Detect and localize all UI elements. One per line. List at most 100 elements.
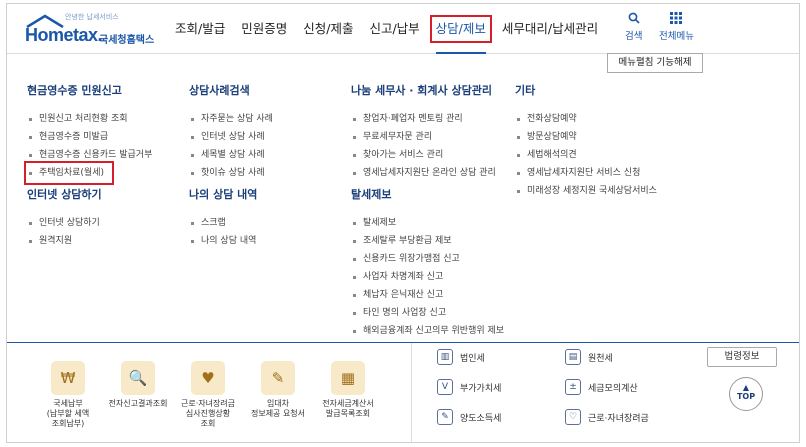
menu-column-2: 상담사례검색 자주묻는 상담 사례 인터넷 상담 사례 세목별 상담 사례 핫이… xyxy=(189,82,273,182)
money-bag-icon: ₩ xyxy=(51,361,85,395)
menu-column-4: 기타 전화상담예약 방문상담예약 세법해석의견 영세납세자지원단 서비스 신청 … xyxy=(515,82,657,200)
link-corporate-tax[interactable]: ▥ 법인세 xyxy=(437,349,485,365)
logo-subtitle: 국세청홈택스 xyxy=(99,35,155,46)
menu-group-title[interactable]: 나눔 세무사 · 회계사 상담관리 xyxy=(351,82,496,98)
menu-item[interactable]: 찾아가는 서비스 관리 xyxy=(351,146,496,164)
nav-item-filing[interactable]: 신고/납부 xyxy=(361,4,427,54)
menu-item[interactable]: 자주묻는 상담 사례 xyxy=(189,110,273,128)
menu-item[interactable]: 무료세무자문 관리 xyxy=(351,128,496,146)
shortcut-label: 전자신고결과조회 xyxy=(108,399,168,408)
menu-group-list: 탈세제보 조세탈루 부당환급 제보 신용카드 위장가맹점 신고 사업자 차명계좌… xyxy=(351,214,504,340)
menu-item[interactable]: 나의 상담 내역 xyxy=(189,232,257,250)
menu-column-1: 현금영수증 민원신고 민원신고 처리현황 조회 현금영수증 미발급 현금영수증 … xyxy=(24,82,152,185)
menu-item[interactable]: 체납자 은닉재산 신고 xyxy=(351,286,504,304)
logo-wordmark: Hometax. xyxy=(25,25,103,45)
menu-item[interactable]: 세목별 상담 사례 xyxy=(189,146,273,164)
menu-group-title[interactable]: 현금영수증 민원신고 xyxy=(27,82,152,98)
menu-item[interactable]: 미래성장 세정지원 국세상담서비스 xyxy=(515,182,657,200)
menu-item[interactable]: 창업자·폐업자 멘토링 관리 xyxy=(351,110,496,128)
menu-item[interactable]: 핫이슈 상담 사례 xyxy=(189,164,273,182)
withholding-tax-icon: ▤ xyxy=(565,349,581,365)
menu-item-housing-rent[interactable]: 주택임차료(월세) xyxy=(24,161,114,185)
menu-group-list: 인터넷 상담하기 원격지원 xyxy=(27,214,102,250)
grid-menu-icon xyxy=(659,12,694,28)
link-withholding-tax[interactable]: ▤ 원천세 xyxy=(565,349,613,365)
hometax-logo[interactable]: 안녕한 납세서비스 Hometax. 국세청홈택스 xyxy=(23,12,155,46)
footer-shortcuts: ₩ 국세납부 (납부할 세액 조회납부) 🔍 전자신고결과조회 ♥ 근로·자녀장… xyxy=(33,361,383,429)
invoice-icon: ▦ xyxy=(331,361,365,395)
link-transfer-tax[interactable]: ✎ 양도소득세 xyxy=(437,409,501,425)
menu-item[interactable]: 원격지원 xyxy=(27,232,102,250)
link-vat[interactable]: V 부가가치세 xyxy=(437,379,501,395)
shortcut-tax-payment[interactable]: ₩ 국세납부 (납부할 세액 조회납부) xyxy=(33,361,103,429)
heart-icon: ♡ xyxy=(565,409,581,425)
shortcut-label: 국세납부 (납부할 세액 조회납부) xyxy=(46,399,90,428)
menu-group-list: 민원신고 처리현황 조회 현금영수증 미발급 현금영수증 신용카드 발급거부 주… xyxy=(24,110,152,185)
link-incentive[interactable]: ♡ 근로·자녀장려금 xyxy=(565,409,649,425)
menu-item[interactable]: 인터넷 상담 사례 xyxy=(189,128,273,146)
menu-item[interactable]: 방문상담예약 xyxy=(515,128,657,146)
menu-item[interactable]: 민원신고 처리현황 조회 xyxy=(27,110,152,128)
main-nav: 조회/발급 민원증명 신청/제출 신고/납부 상담/제보 세무대리/납세관리 xyxy=(167,4,606,54)
nav-item-apply[interactable]: 신청/제출 xyxy=(295,4,361,54)
menu-group-title[interactable]: 상담사례검색 xyxy=(189,82,273,98)
site-header: 안녕한 납세서비스 Hometax. 국세청홈택스 조회/발급 민원증명 신청/… xyxy=(7,4,799,54)
chevron-up-icon: ▲ xyxy=(742,383,750,392)
menu-item[interactable]: 조세탈루 부당환급 제보 xyxy=(351,232,504,250)
menu-item[interactable]: 세법해석의견 xyxy=(515,146,657,164)
link-label: 부가가치세 xyxy=(460,383,502,394)
shortcut-label: 임대차 정보제공 요청서 xyxy=(250,399,306,418)
link-label: 법인세 xyxy=(460,353,485,364)
menu-item[interactable]: 스크랩 xyxy=(189,214,257,232)
menu-item[interactable]: 신용카드 위장가맹점 신고 xyxy=(351,250,504,268)
menu-expand-toggle-button[interactable]: 메뉴펼침 기능해제 xyxy=(607,53,703,73)
menu-item[interactable]: 현금영수증 미발급 xyxy=(27,128,152,146)
nav-item-consult[interactable]: 상담/제보 xyxy=(428,4,494,54)
menu-item[interactable]: 현금영수증 신용카드 발급거부 xyxy=(27,146,152,164)
contract-icon: ✎ xyxy=(261,361,295,395)
menu-item[interactable]: 타인 명의 사업장 신고 xyxy=(351,304,504,322)
page-frame: 안녕한 납세서비스 Hometax. 국세청홈택스 조회/발급 민원증명 신청/… xyxy=(6,3,800,443)
menu-group-title[interactable]: 기타 xyxy=(515,82,657,98)
menu-group-title[interactable]: 나의 상담 내역 xyxy=(189,186,257,202)
top-label: TOP xyxy=(736,392,756,401)
menu-group-list: 창업자·폐업자 멘토링 관리 무료세무자문 관리 찾아가는 서비스 관리 영세납… xyxy=(351,110,496,182)
all-menu-label: 전체메뉴 xyxy=(659,31,694,42)
document-search-icon: 🔍 xyxy=(121,361,155,395)
menu-group-list: 자주묻는 상담 사례 인터넷 상담 사례 세목별 상담 사례 핫이슈 상담 사례 xyxy=(189,110,273,182)
menu-item[interactable]: 사업자 차명계좌 신고 xyxy=(351,268,504,286)
link-label: 세금모의계산 xyxy=(588,383,638,394)
shortcut-einvoice[interactable]: ▦ 전자세금계산서 발급목록조회 xyxy=(313,361,383,429)
footer-divider xyxy=(411,343,412,442)
menu-group-title[interactable]: 인터넷 상담하기 xyxy=(27,186,102,202)
shortcut-lease-info[interactable]: ✎ 임대차 정보제공 요청서 xyxy=(243,361,313,429)
menu-column-1b: 인터넷 상담하기 인터넷 상담하기 원격지원 xyxy=(27,186,102,250)
link-label: 양도소득세 xyxy=(460,413,502,424)
menu-item[interactable]: 영세납세자지원단 온라인 상담 관리 xyxy=(351,164,496,182)
search-button[interactable]: 검색 xyxy=(625,12,642,42)
menu-item[interactable]: 전화상담예약 xyxy=(515,110,657,128)
menu-item[interactable]: 인터넷 상담하기 xyxy=(27,214,102,232)
menu-group-list: 스크랩 나의 상담 내역 xyxy=(189,214,257,250)
nav-item-certificates[interactable]: 민원증명 xyxy=(233,4,295,54)
menu-column-3b: 탈세제보 탈세제보 조세탈루 부당환급 제보 신용카드 위장가맹점 신고 사업자… xyxy=(351,186,504,340)
scroll-top-button[interactable]: ▲ TOP xyxy=(729,377,763,411)
heart-hands-icon: ♥ xyxy=(191,361,225,395)
vat-icon: V xyxy=(437,379,453,395)
menu-group-list: 전화상담예약 방문상담예약 세법해석의견 영세납세자지원단 서비스 신청 미래성… xyxy=(515,110,657,200)
calculator-icon: ± xyxy=(565,379,581,395)
law-info-button[interactable]: 법령정보 xyxy=(707,347,777,367)
menu-column-2b: 나의 상담 내역 스크랩 나의 상담 내역 xyxy=(189,186,257,250)
nav-item-agent[interactable]: 세무대리/납세관리 xyxy=(494,4,606,54)
footer-quick-links: ₩ 국세납부 (납부할 세액 조회납부) 🔍 전자신고결과조회 ♥ 근로·자녀장… xyxy=(7,342,799,442)
shortcut-incentive-status[interactable]: ♥ 근로·자녀장려금 심사진행상황 조회 xyxy=(173,361,243,429)
menu-item[interactable]: 해외금융계좌 신고의무 위반행위 제보 xyxy=(351,322,504,340)
menu-group-title[interactable]: 탈세제보 xyxy=(351,186,504,202)
link-tax-simulation[interactable]: ± 세금모의계산 xyxy=(565,379,638,395)
link-label: 근로·자녀장려금 xyxy=(588,413,649,424)
shortcut-efiling-result[interactable]: 🔍 전자신고결과조회 xyxy=(103,361,173,429)
menu-item[interactable]: 탈세제보 xyxy=(351,214,504,232)
menu-item[interactable]: 영세납세자지원단 서비스 신청 xyxy=(515,164,657,182)
all-menu-button[interactable]: 전체메뉴 xyxy=(659,12,694,42)
nav-item-lookup[interactable]: 조회/발급 xyxy=(167,4,233,54)
